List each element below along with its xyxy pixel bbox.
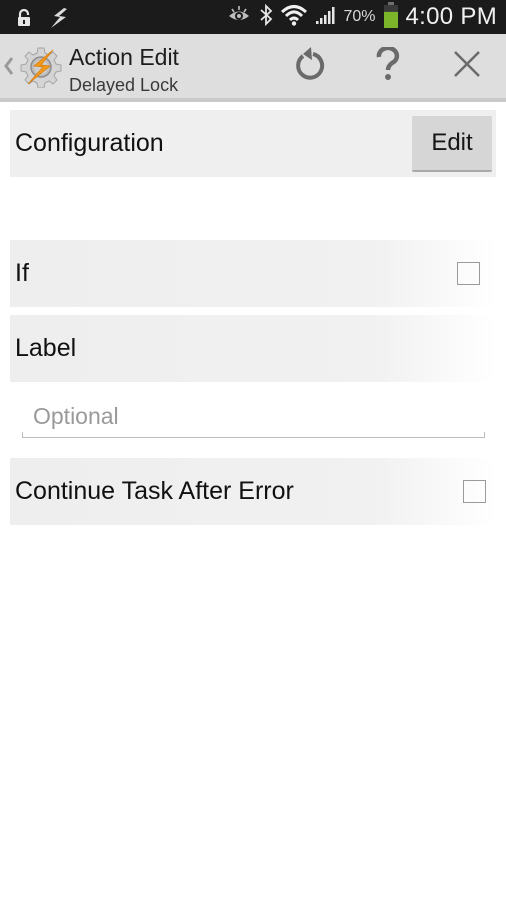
lock-open-icon [16,8,32,32]
label-heading: Label [15,334,77,362]
help-icon [376,45,400,86]
continue-after-error-label: Continue Task After Error [15,477,294,505]
label-section: Label [10,315,496,382]
close-icon [453,50,481,83]
up-navigation-button[interactable]: Action Edit Delayed Lock [0,34,190,98]
if-section[interactable]: If [10,240,496,307]
if-label: If [15,259,29,287]
action-bar: Action Edit Delayed Lock [0,34,506,102]
revert-icon [293,46,327,87]
close-button[interactable] [437,34,497,98]
configuration-section: Configuration Edit [10,110,496,177]
signal-icon [315,5,337,30]
if-checkbox[interactable] [457,262,480,285]
configuration-label: Configuration [15,129,164,157]
wifi-icon [281,4,308,31]
label-field[interactable] [22,396,485,438]
revert-button[interactable] [280,34,340,98]
battery-percent: 70% [343,8,376,25]
page-title: Action Edit [69,44,179,70]
clock: 4:00 PM [405,3,497,30]
tasker-app-icon [20,46,62,93]
chevron-left-icon [4,56,14,81]
eye-icon [227,5,251,30]
edit-configuration-button[interactable]: Edit [412,116,492,172]
help-button[interactable] [358,34,418,98]
label-input[interactable] [22,396,485,436]
continue-after-error-section[interactable]: Continue Task After Error [10,458,496,525]
input-underline [22,432,485,438]
bluetooth-icon [259,3,273,31]
tasker-bolt-icon [48,7,70,34]
battery-icon [383,1,398,33]
page-subtitle: Delayed Lock [69,75,179,95]
status-bar: 70% 4:00 PM [0,0,506,34]
continue-after-error-checkbox[interactable] [463,480,486,503]
